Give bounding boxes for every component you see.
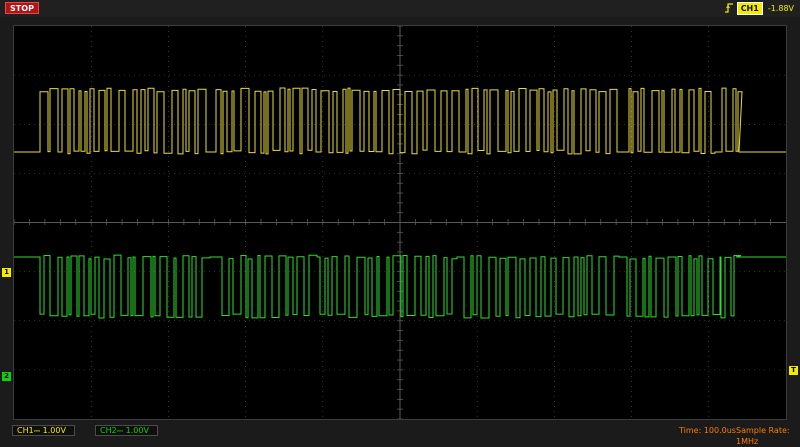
ch1-scale: 1.00V — [42, 426, 66, 435]
waveform-canvas — [14, 26, 786, 419]
dc-coupling-icon: ⎓ — [116, 426, 126, 435]
bottom-status-bar: CH1⎓ 1.00V CH2⎓ 1.00V Time: 100.0us Samp… — [0, 424, 800, 446]
ch1-scale-box[interactable]: CH1⎓ 1.00V — [12, 425, 75, 436]
run-stop-button[interactable]: STOP — [5, 2, 39, 14]
ch2-scale-box[interactable]: CH2⎓ 1.00V — [95, 425, 158, 436]
trigger-level-marker[interactable]: T — [789, 366, 798, 375]
ch2-scale: 1.00V — [125, 426, 149, 435]
sample-rate-readout: Sample Rate: 1MHz — [736, 426, 790, 446]
ch2-name: CH2 — [100, 426, 117, 435]
trigger-level-readout: -1.88V — [767, 3, 794, 13]
trigger-info: CH1 -1.88V — [724, 1, 794, 15]
ch1-level-marker[interactable]: 1 — [2, 268, 11, 277]
graticule-grid — [14, 26, 786, 419]
rising-edge-trigger-icon — [724, 3, 733, 13]
trigger-channel-badge[interactable]: CH1 — [736, 1, 763, 15]
ch1-name: CH1 — [17, 426, 34, 435]
timebase-readout: Time: 100.0us — [679, 426, 736, 435]
ch1-trace — [14, 87, 786, 155]
ch2-level-marker[interactable]: 2 — [2, 372, 11, 381]
waveform-display[interactable] — [13, 25, 787, 420]
dc-coupling-icon: ⎓ — [33, 426, 43, 435]
top-status-bar: STOP CH1 -1.88V — [0, 0, 800, 17]
